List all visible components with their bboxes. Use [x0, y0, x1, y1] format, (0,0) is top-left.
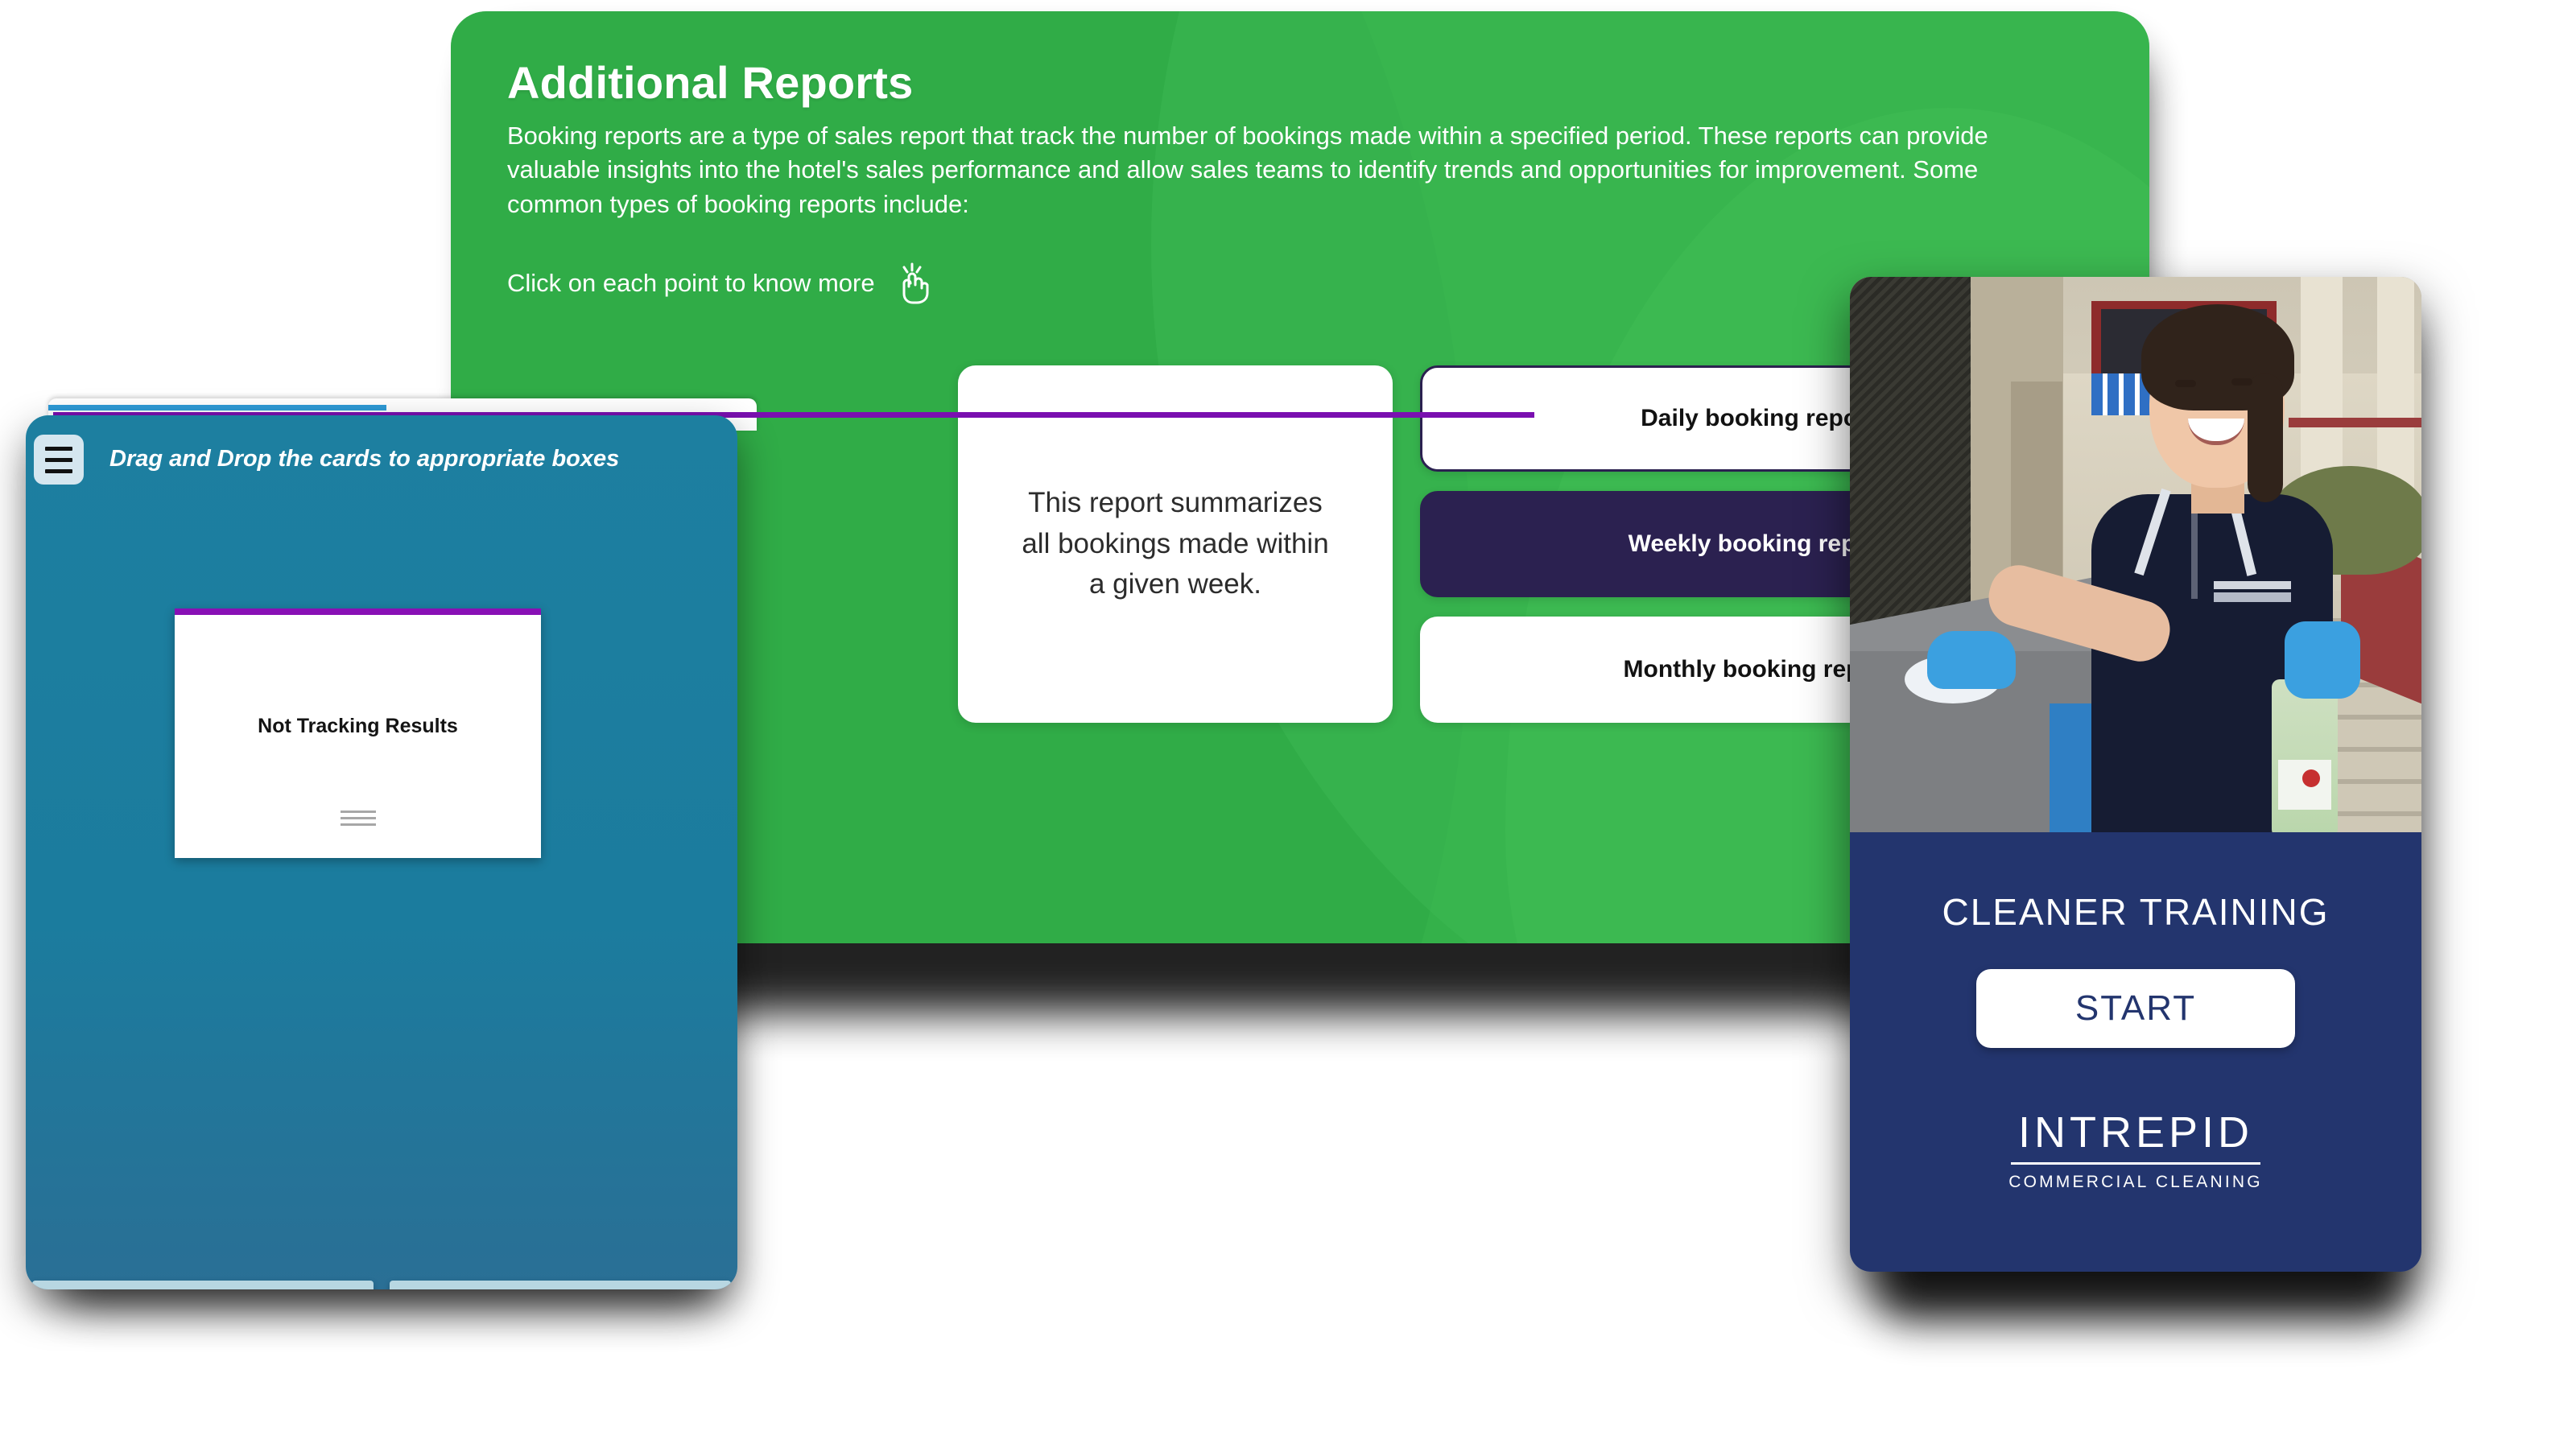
hamburger-menu-icon[interactable] — [34, 435, 84, 485]
cleaner-wiping-bin-photo — [1850, 277, 2421, 832]
page-title: Additional Reports — [507, 57, 914, 108]
drag-drop-instruction: Drag and Drop the cards to appropriate b… — [109, 446, 620, 472]
drop-zone-common-mistakes[interactable]: Common Mistakes — [390, 1281, 731, 1289]
cleaner-training-panel: CLEANER TRAINING START INTREPID COMMERCI… — [1850, 832, 2421, 1272]
drag-and-drop-panel: Drag and Drop the cards to appropriate b… — [26, 415, 737, 1289]
sheet-accent-strip — [48, 405, 386, 410]
intrepid-logo: INTREPID COMMERCIAL CLEANING — [2008, 1111, 2263, 1192]
drop-zones: Picture of Success Common Mistakes — [32, 1281, 731, 1289]
intro-paragraph: Booking reports are a type of sales repo… — [507, 121, 1988, 219]
report-detail-card: This report summarizes all bookings made… — [958, 365, 1393, 723]
start-button[interactable]: START — [1976, 969, 2295, 1048]
draggable-card-label: Not Tracking Results — [258, 715, 458, 737]
cleaner-training-heading: CLEANER TRAINING — [1942, 891, 2330, 933]
drag-handle-icon[interactable] — [340, 811, 376, 826]
click-hint-label: Click on each point to know more — [507, 268, 875, 297]
brand-divider — [2011, 1162, 2260, 1165]
brand-name: INTREPID — [2017, 1108, 2254, 1157]
brand-tagline: COMMERCIAL CLEANING — [2008, 1173, 2263, 1191]
drop-zone-picture-of-success[interactable]: Picture of Success — [32, 1281, 374, 1289]
tap-hand-icon — [893, 261, 935, 306]
report-detail-text: This report summarizes all bookings made… — [1022, 486, 1329, 600]
draggable-card[interactable]: Not Tracking Results — [175, 608, 541, 858]
cleaner-training-mobile-card: CLEANER TRAINING START INTREPID COMMERCI… — [1850, 277, 2421, 1272]
